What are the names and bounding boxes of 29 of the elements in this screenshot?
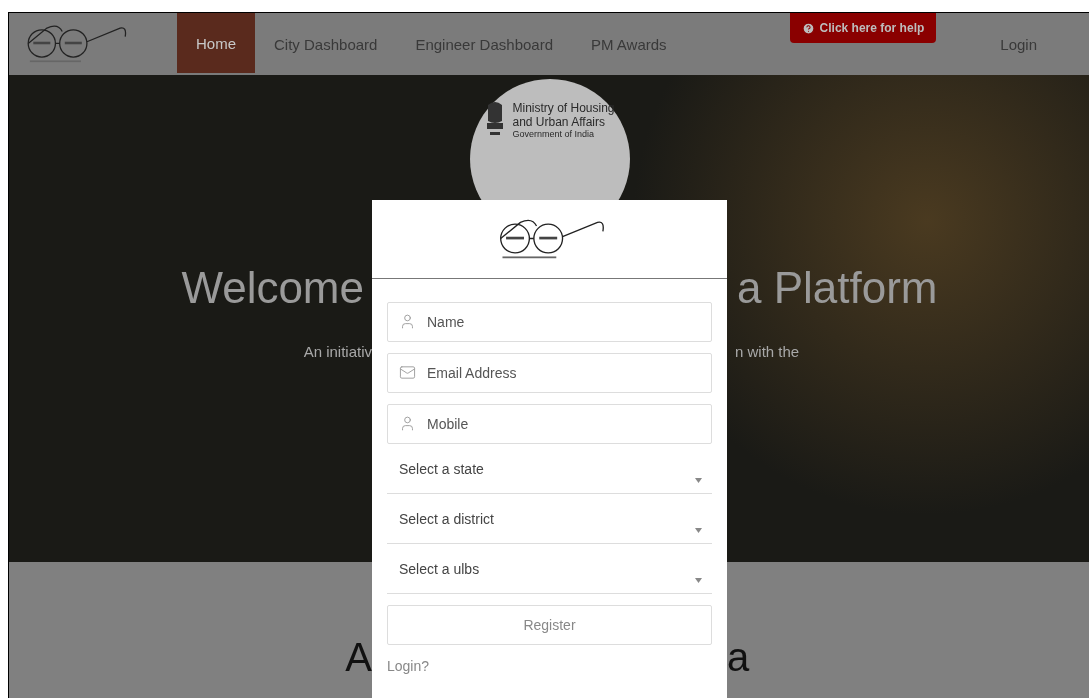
help-icon xyxy=(801,21,815,35)
ministry-text: Government of India xyxy=(512,129,595,140)
section-heading: a xyxy=(727,635,750,680)
section-heading: A xyxy=(345,635,372,680)
ministry-text: and Urban Affairs xyxy=(512,115,606,129)
nav-tab[interactable]: Home xyxy=(177,13,255,73)
welcome-heading: Welcome xyxy=(181,263,365,313)
input-field[interactable]: Mobile xyxy=(387,404,712,444)
caret-down-icon xyxy=(695,578,702,583)
hero-subtitle: An initiativ xyxy=(303,343,372,360)
caret-down-icon xyxy=(695,478,702,483)
nav-tab[interactable]: City Dashboard xyxy=(255,13,397,75)
register-button[interactable]: Register xyxy=(387,605,712,645)
select-dropdown[interactable]: Select a ulbs xyxy=(387,555,712,594)
hero-subtitle: n with the xyxy=(734,343,800,360)
select-dropdown[interactable]: Select a state xyxy=(387,455,712,494)
input-field[interactable]: Name xyxy=(387,302,712,342)
person-icon xyxy=(399,415,416,432)
login-link[interactable]: Login? xyxy=(387,658,430,674)
nav-tab[interactable]: PM Awards xyxy=(572,13,686,75)
input-field[interactable]: Email Address xyxy=(387,353,712,393)
login-link[interactable]: Login xyxy=(1000,13,1089,75)
welcome-heading: a Platform xyxy=(736,263,938,313)
caret-down-icon xyxy=(695,528,702,533)
mail-icon xyxy=(399,364,416,381)
help-button[interactable]: Click here for help xyxy=(789,13,937,43)
select-dropdown[interactable]: Select a district xyxy=(387,505,712,544)
person-icon xyxy=(399,313,416,330)
nav-tab[interactable]: Engineer Dashboard xyxy=(396,13,572,75)
